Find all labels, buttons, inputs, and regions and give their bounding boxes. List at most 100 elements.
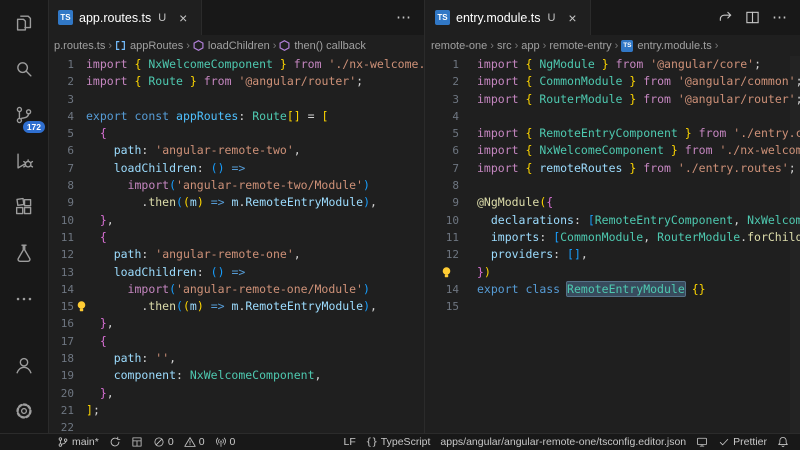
line-number[interactable]: 9 <box>425 194 459 211</box>
line-number[interactable]: 10 <box>425 212 459 229</box>
code-line[interactable]: 12 providers: [], <box>425 246 800 263</box>
settings-icon[interactable] <box>0 388 48 434</box>
code-line[interactable]: 21]; <box>48 402 424 419</box>
code-line[interactable]: 9 .then((m) => m.RemoteEntryModule), <box>48 194 424 211</box>
line-number[interactable]: 21 <box>48 402 74 419</box>
more-views-icon[interactable] <box>0 276 48 322</box>
line-number[interactable]: 15 <box>425 298 459 315</box>
code-line[interactable]: 2import { CommonModule } from '@angular/… <box>425 73 800 90</box>
line-number[interactable]: 5 <box>48 125 74 142</box>
status-editor-layout[interactable] <box>126 434 148 450</box>
code-line[interactable]: 7 loadChildren: () => <box>48 160 424 177</box>
code-line[interactable]: 5 { <box>48 125 424 142</box>
status-errors[interactable]: 0 <box>148 434 179 450</box>
extensions-icon[interactable] <box>0 184 48 230</box>
code-line[interactable]: 3import { RouterModule } from '@angular/… <box>425 91 800 108</box>
status-eol[interactable]: LF <box>338 434 360 450</box>
code-line[interactable]: 7import { remoteRoutes } from './entry.r… <box>425 160 800 177</box>
status-sync-changes[interactable] <box>104 434 126 450</box>
code-line[interactable]: 12 path: 'angular-remote-one', <box>48 246 424 263</box>
line-number[interactable]: 7 <box>48 160 74 177</box>
line-number[interactable]: 4 <box>48 108 74 125</box>
code-line[interactable]: 18 path: '', <box>48 350 424 367</box>
line-number[interactable]: 17 <box>48 333 74 350</box>
source-control-icon[interactable]: 172 <box>0 92 48 138</box>
code-line[interactable]: 6 path: 'angular-remote-two', <box>48 142 424 159</box>
lightbulb-icon[interactable] <box>440 265 460 280</box>
lightbulb-icon[interactable] <box>75 299 95 314</box>
line-number[interactable]: 9 <box>48 194 74 211</box>
code-line[interactable]: 13 loadChildren: () => <box>48 264 424 281</box>
code-line[interactable]: 15 .then((m) => m.RemoteEntryModule), <box>48 298 424 315</box>
code-line[interactable]: 4export const appRoutes: Route[] = [ <box>48 108 424 125</box>
account-icon[interactable] <box>0 342 48 388</box>
line-number[interactable]: 10 <box>48 212 74 229</box>
code-line[interactable]: 9@NgModule({ <box>425 194 800 211</box>
code-line[interactable]: 6import { NxWelcomeComponent } from './n… <box>425 142 800 159</box>
line-number[interactable]: 19 <box>48 367 74 384</box>
status-language-mode[interactable]: {}TypeScript <box>361 434 436 450</box>
code-line[interactable]: 1import { NgModule } from '@angular/core… <box>425 56 800 73</box>
code-line[interactable]: 8 <box>425 177 800 194</box>
code-line[interactable]: 20 }, <box>48 385 424 402</box>
status-git-branch[interactable]: main* <box>52 434 104 450</box>
breadcrumb-item-loadchildren[interactable]: loadChildren <box>193 40 270 52</box>
breadcrumb-item-remote-one[interactable]: remote-one <box>431 40 487 52</box>
status-tsconfig[interactable]: apps/angular/angular-remote-one/tsconfig… <box>435 434 691 450</box>
code-editor-left[interactable]: 1import { NxWelcomeComponent } from './n… <box>48 56 424 434</box>
breadcrumb-item-src[interactable]: src <box>497 40 512 52</box>
code-line[interactable]: 10 }, <box>48 212 424 229</box>
tab-entry-module-ts[interactable]: TS entry.module.ts U × <box>425 0 591 35</box>
code-line[interactable]: 2import { Route } from '@angular/router'… <box>48 73 424 90</box>
status-formatter[interactable]: Prettier <box>713 434 772 450</box>
status-warnings[interactable]: 0 <box>179 434 210 450</box>
code-line[interactable]: 13}) <box>425 264 800 281</box>
open-changes-icon[interactable] <box>718 10 733 25</box>
line-number[interactable]: 2 <box>48 73 74 90</box>
line-number[interactable]: 7 <box>425 160 459 177</box>
code-line[interactable]: 15 <box>425 298 800 315</box>
code-line[interactable]: 1import { NxWelcomeComponent } from './n… <box>48 56 424 73</box>
line-number[interactable]: 22 <box>48 419 74 434</box>
line-number[interactable]: 1 <box>48 56 74 73</box>
line-number[interactable]: 14 <box>425 281 459 298</box>
line-number[interactable]: 13 <box>48 264 74 281</box>
line-number[interactable]: 5 <box>425 125 459 142</box>
line-number[interactable]: 3 <box>48 91 74 108</box>
code-line[interactable]: 5import { RemoteEntryComponent } from '.… <box>425 125 800 142</box>
code-line[interactable]: 11 imports: [CommonModule, RouterModule.… <box>425 229 800 246</box>
breadcrumb-item-p-routes-ts[interactable]: p.routes.ts <box>54 40 105 52</box>
code-line[interactable]: 22 <box>48 419 424 434</box>
status-screen-share[interactable] <box>691 434 713 450</box>
code-line[interactable]: 3 <box>48 91 424 108</box>
line-number[interactable]: 3 <box>425 91 459 108</box>
code-line[interactable]: 10 declarations: [RemoteEntryComponent, … <box>425 212 800 229</box>
line-number[interactable]: 8 <box>425 177 459 194</box>
tab-app-routes-ts[interactable]: TS app.routes.ts U × <box>48 0 202 35</box>
breadcrumb-item-then-callback[interactable]: then() callback <box>279 40 366 52</box>
code-line[interactable]: 16 }, <box>48 315 424 332</box>
breadcrumb-item-entry-module-ts[interactable]: TSentry.module.ts <box>621 40 711 52</box>
breadcrumb-item-approutes[interactable]: appRoutes <box>115 40 183 52</box>
explorer-icon[interactable] <box>0 0 48 46</box>
line-number[interactable]: 6 <box>48 142 74 159</box>
line-number[interactable]: 11 <box>425 229 459 246</box>
code-line[interactable]: 11 { <box>48 229 424 246</box>
more-actions-icon[interactable]: ⋯ <box>396 13 412 23</box>
vertical-scrollbar[interactable] <box>790 56 800 434</box>
line-number[interactable]: 12 <box>48 246 74 263</box>
code-line[interactable]: 19 component: NxWelcomeComponent, <box>48 367 424 384</box>
line-number[interactable]: 14 <box>48 281 74 298</box>
status-notifications[interactable] <box>772 434 794 450</box>
line-number[interactable]: 11 <box>48 229 74 246</box>
status-ports[interactable]: 0 <box>210 434 241 450</box>
line-number[interactable]: 4 <box>425 108 459 125</box>
code-line[interactable]: 14 import('angular-remote-one/Module') <box>48 281 424 298</box>
line-number[interactable]: 2 <box>425 73 459 90</box>
line-number[interactable]: 18 <box>48 350 74 367</box>
code-line[interactable]: 14export class RemoteEntryModule {} <box>425 281 800 298</box>
close-icon[interactable]: × <box>175 10 191 26</box>
line-number[interactable]: 16 <box>48 315 74 332</box>
line-number[interactable]: 12 <box>425 246 459 263</box>
run-and-debug-icon[interactable] <box>0 138 48 184</box>
